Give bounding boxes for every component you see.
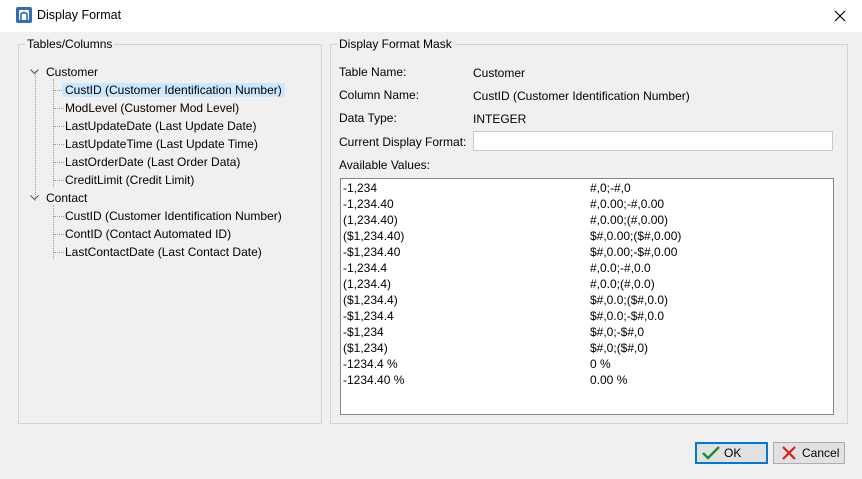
format-mask: $#,0.0;-$#,0.0 bbox=[590, 309, 665, 323]
table-name-label: Table Name: bbox=[339, 65, 407, 79]
format-mask: #,0.0;-#,0.0 bbox=[590, 261, 651, 275]
tree-node-column[interactable]: LastUpdateDate (Last Update Date) bbox=[62, 117, 259, 135]
display-format-mask-group: Display Format Mask Table Name: Customer… bbox=[330, 37, 848, 424]
sample-value: (1,234.40) bbox=[343, 213, 398, 227]
close-button[interactable] bbox=[818, 0, 862, 32]
column-name-label: Column Name: bbox=[339, 88, 420, 102]
sample-value: ($1,234.40) bbox=[343, 229, 405, 243]
format-mask: $#,0.00;-$#,0.00 bbox=[590, 245, 678, 259]
tree-node-table[interactable]: Contact bbox=[29, 189, 90, 207]
format-mask: $#,0.00;($#,0.00) bbox=[590, 229, 682, 243]
tables-columns-group: Tables/Columns Customer CustID (Customer … bbox=[18, 37, 322, 424]
tree-node-column[interactable]: ContID (Contact Automated ID) bbox=[62, 225, 234, 243]
tables-columns-label: Tables/Columns bbox=[25, 37, 115, 51]
tree-column-label: ContID (Contact Automated ID) bbox=[65, 227, 232, 241]
list-item[interactable]: ($1,234.40) $#,0.00;($#,0.00) bbox=[341, 228, 833, 244]
sample-value: -$1,234 bbox=[343, 325, 384, 339]
tree-node-table[interactable]: Customer bbox=[29, 63, 101, 81]
list-item[interactable]: -$1,234.4 $#,0.0;-$#,0.0 bbox=[341, 308, 833, 324]
list-item[interactable]: -1,234 #,0;-#,0 bbox=[341, 180, 833, 196]
tree-column-label: LastUpdateDate (Last Update Date) bbox=[65, 119, 257, 133]
format-mask: $#,0;-$#,0 bbox=[590, 325, 645, 339]
cancel-label: Cancel bbox=[802, 446, 840, 460]
list-item[interactable]: -1234.40 % 0.00 % bbox=[341, 372, 833, 388]
checkmark-icon bbox=[702, 445, 720, 461]
tree-column-label: LastContactDate (Last Contact Date) bbox=[65, 245, 262, 259]
sample-value: -1,234.40 bbox=[343, 197, 394, 211]
tree-node-column[interactable]: CreditLimit (Credit Limit) bbox=[62, 171, 197, 189]
list-item[interactable]: -1,234.40 #,0.00;-#,0.00 bbox=[341, 196, 833, 212]
format-mask: $#,0;($#,0) bbox=[590, 341, 649, 355]
data-type-value: INTEGER bbox=[473, 112, 527, 126]
format-mask: 0.00 % bbox=[590, 373, 628, 387]
chevron-down-icon[interactable] bbox=[29, 189, 39, 207]
list-item[interactable]: -$1,234 $#,0;-$#,0 bbox=[341, 324, 833, 340]
format-mask: #,0.00;(#,0.00) bbox=[590, 213, 669, 227]
cancel-button[interactable]: Cancel bbox=[773, 442, 845, 464]
dialog-client: Tables/Columns Customer CustID (Customer … bbox=[0, 32, 862, 479]
table-name-value: Customer bbox=[473, 66, 526, 80]
tree-node-column[interactable]: CustID (Customer Identification Number) bbox=[62, 81, 285, 99]
title-bar: Display Format bbox=[0, 0, 862, 32]
available-values-list[interactable]: -1,234 #,0;-#,0 -1,234.40 #,0.00;-#,0.00 (1,… bbox=[340, 178, 834, 415]
format-mask: #,0;-#,0 bbox=[590, 181, 631, 195]
tree-node-column[interactable]: ModLevel (Customer Mod Level) bbox=[62, 99, 242, 117]
sample-value: -1,234 bbox=[343, 181, 378, 195]
sample-value: -1234.40 % bbox=[343, 373, 405, 387]
available-values-label: Available Values: bbox=[339, 158, 430, 172]
sample-value: ($1,234) bbox=[343, 341, 388, 355]
tree-guide bbox=[35, 71, 36, 201]
tree-column-label: ModLevel (Customer Mod Level) bbox=[65, 101, 240, 115]
cancel-x-icon bbox=[780, 445, 798, 461]
current-display-format-label: Current Display Format: bbox=[339, 135, 467, 149]
tree-guide bbox=[53, 79, 54, 187]
list-item[interactable]: -1,234.4 #,0.0;-#,0.0 bbox=[341, 260, 833, 276]
chevron-down-icon[interactable] bbox=[29, 63, 39, 81]
app-icon bbox=[16, 7, 32, 23]
tree-column-label: LastOrderDate (Last Order Data) bbox=[65, 155, 241, 169]
data-type-label: Data Type: bbox=[339, 111, 397, 125]
format-mask: 0 % bbox=[590, 357, 611, 371]
list-item[interactable]: (1,234.4) #,0.0;(#,0.0) bbox=[341, 276, 833, 292]
format-mask: $#,0.0;($#,0.0) bbox=[590, 293, 669, 307]
column-name-value: CustID (Customer Identification Number) bbox=[473, 89, 690, 103]
tree-column-label: CreditLimit (Credit Limit) bbox=[65, 173, 195, 187]
format-mask: #,0.0;(#,0.0) bbox=[590, 277, 655, 291]
ok-button[interactable]: OK bbox=[695, 442, 768, 464]
list-item[interactable]: -$1,234.40 $#,0.00;-$#,0.00 bbox=[341, 244, 833, 260]
list-item[interactable]: ($1,234.4) $#,0.0;($#,0.0) bbox=[341, 292, 833, 308]
tree-node-column[interactable]: LastOrderDate (Last Order Data) bbox=[62, 153, 243, 171]
window-title: Display Format bbox=[37, 8, 122, 22]
sample-value: (1,234.4) bbox=[343, 277, 392, 291]
tree-node-column[interactable]: CustID (Customer Identification Number) bbox=[62, 207, 285, 225]
list-item[interactable]: -1234.4 % 0 % bbox=[341, 356, 833, 372]
tree-column-label: CustID (Customer Identification Number) bbox=[65, 209, 282, 223]
sample-value: -$1,234.40 bbox=[343, 245, 401, 259]
ok-label: OK bbox=[724, 446, 742, 460]
tree-table-label: Customer bbox=[46, 65, 99, 79]
sample-value: -1,234.4 bbox=[343, 261, 388, 275]
sample-value: -1234.4 % bbox=[343, 357, 398, 371]
tree-table-label: Contact bbox=[46, 191, 88, 205]
sample-value: ($1,234.4) bbox=[343, 293, 398, 307]
tree-column-label: CustID (Customer Identification Number) bbox=[62, 83, 285, 97]
tree-column-label: LastUpdateTime (Last Update Time) bbox=[65, 137, 258, 151]
button-bar: OK Cancel bbox=[0, 433, 862, 479]
tree-node-column[interactable]: LastUpdateTime (Last Update Time) bbox=[62, 135, 261, 153]
tree-guide bbox=[53, 205, 54, 259]
list-item[interactable]: ($1,234) $#,0;($#,0) bbox=[341, 340, 833, 356]
format-mask: #,0.00;-#,0.00 bbox=[590, 197, 665, 211]
list-item[interactable]: (1,234.40) #,0.00;(#,0.00) bbox=[341, 212, 833, 228]
sample-value: -$1,234.4 bbox=[343, 309, 394, 323]
tree-node-column[interactable]: LastContactDate (Last Contact Date) bbox=[62, 243, 265, 261]
current-display-format-input[interactable] bbox=[473, 131, 833, 151]
display-format-mask-label: Display Format Mask bbox=[337, 37, 454, 51]
close-icon bbox=[834, 10, 846, 22]
